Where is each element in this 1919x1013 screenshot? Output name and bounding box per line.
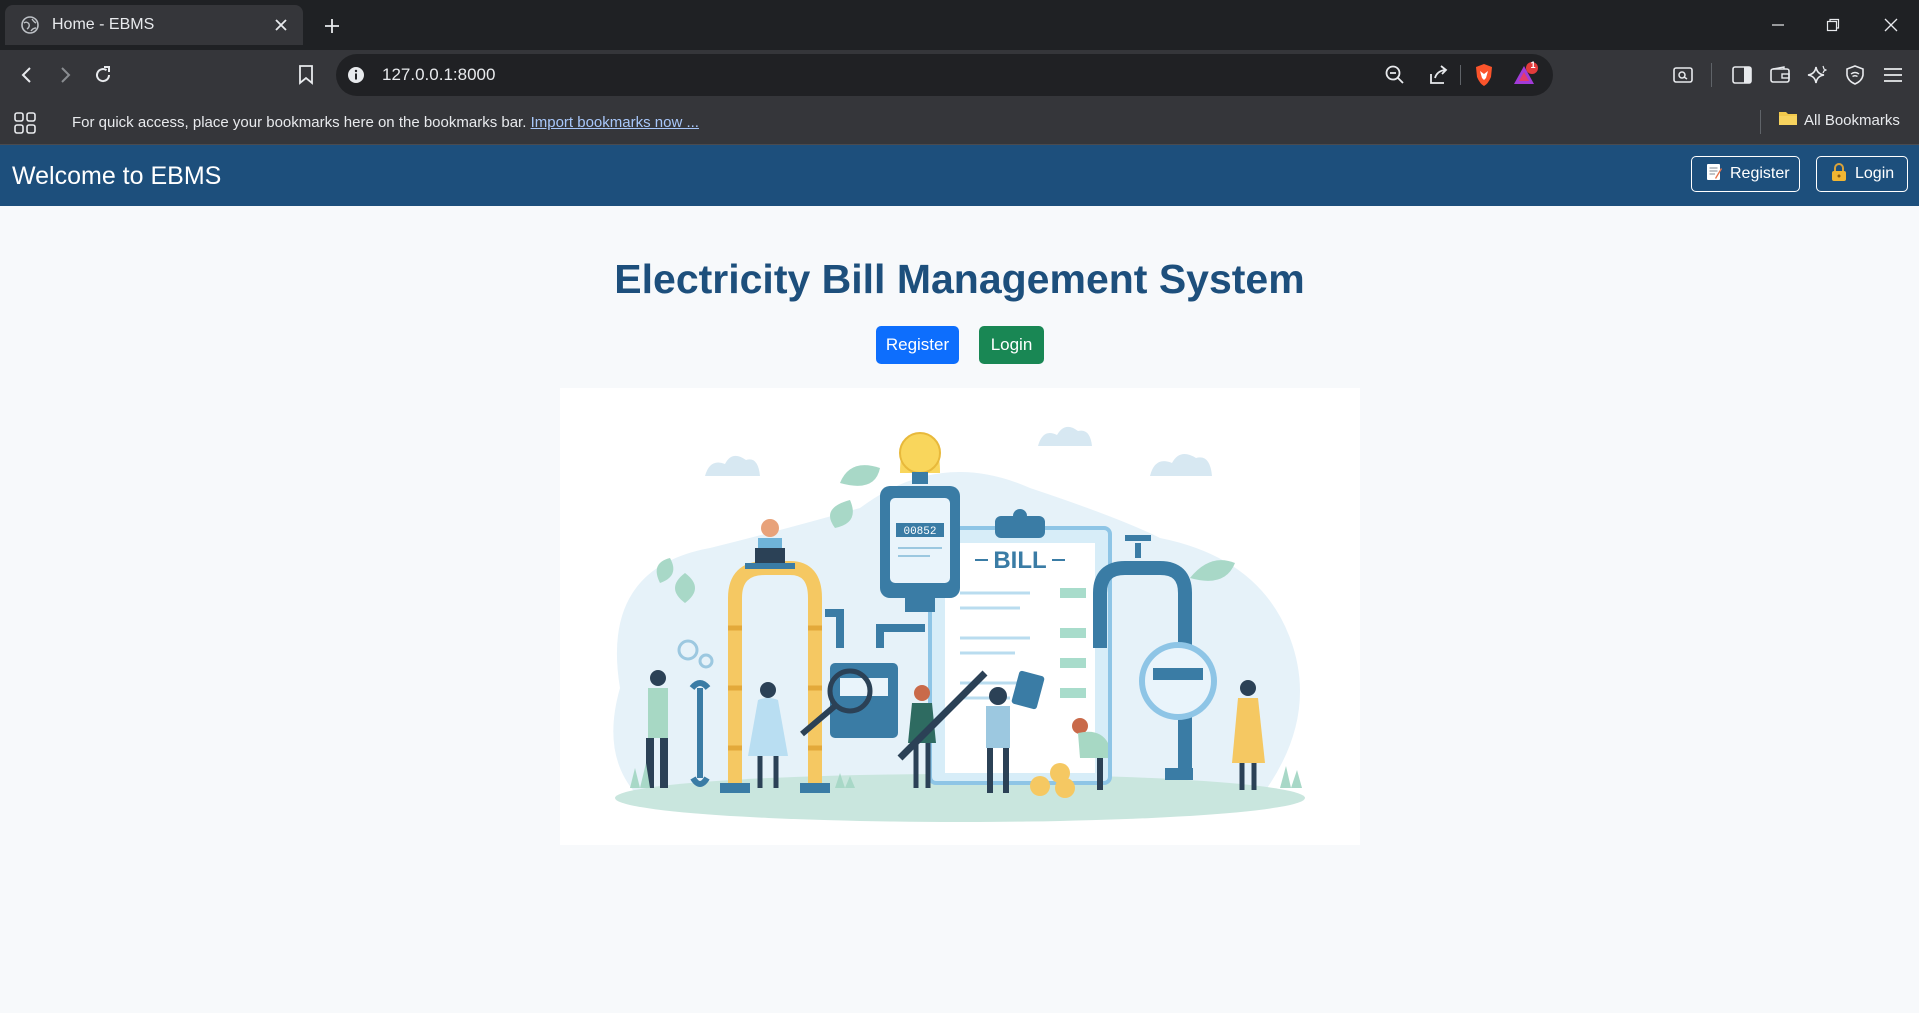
- sidebar-toggle-icon[interactable]: [1727, 60, 1757, 90]
- bookmark-icon[interactable]: [291, 60, 321, 90]
- bookmarks-hint-text: For quick access, place your bookmarks h…: [72, 114, 527, 131]
- page-title: Electricity Bill Management System: [614, 256, 1305, 302]
- meter-reading: 00852: [903, 526, 936, 538]
- forward-arrow-icon[interactable]: [50, 60, 80, 90]
- all-bookmarks-button[interactable]: All Bookmarks: [1778, 110, 1900, 130]
- address-bar[interactable]: 127.0.0.1:8000 1: [336, 54, 1553, 96]
- apps-grid-icon[interactable]: [12, 110, 38, 136]
- new-tab-plus-icon[interactable]: [318, 12, 346, 40]
- register-button[interactable]: Register: [876, 326, 959, 364]
- brave-shields-icon[interactable]: [1471, 62, 1497, 88]
- brave-rewards-icon[interactable]: 1: [1512, 60, 1538, 88]
- vpn-shield-icon[interactable]: [1840, 60, 1870, 90]
- reading-list-icon[interactable]: [1668, 60, 1698, 90]
- header-login-label: Login: [1855, 165, 1895, 182]
- import-bookmarks-link[interactable]: Import bookmarks now ...: [531, 114, 699, 131]
- brand-title[interactable]: Welcome to EBMS: [12, 162, 221, 191]
- header-login-button[interactable]: Login: [1816, 156, 1908, 192]
- folder-icon: [1778, 110, 1798, 130]
- close-window-icon[interactable]: [1876, 10, 1906, 40]
- bill-label: BILL: [993, 547, 1046, 574]
- globe-icon: [20, 15, 40, 35]
- share-icon[interactable]: [1426, 62, 1452, 88]
- omnibox-divider: [1460, 65, 1461, 85]
- url-text[interactable]: 127.0.0.1:8000: [382, 65, 495, 85]
- header-register-label: Register: [1730, 165, 1790, 182]
- cloud-icon: [705, 426, 1212, 476]
- minimize-window-icon[interactable]: [1763, 10, 1793, 40]
- memo-icon: [1706, 163, 1722, 186]
- login-button[interactable]: Login: [979, 326, 1044, 364]
- reload-icon[interactable]: [88, 60, 118, 90]
- hero-illustration: BILL 00852: [560, 388, 1360, 845]
- all-bookmarks-label: All Bookmarks: [1804, 111, 1900, 129]
- browser-tab[interactable]: Home - EBMS: [5, 5, 303, 45]
- zoom-out-icon[interactable]: [1382, 62, 1408, 88]
- back-arrow-icon[interactable]: [12, 60, 42, 90]
- app-navbar: Welcome to EBMS Register Login: [0, 145, 1919, 206]
- toolbar-divider: [1711, 63, 1712, 87]
- header-register-button[interactable]: Register: [1691, 156, 1800, 192]
- restore-window-icon[interactable]: [1818, 10, 1848, 40]
- bookmarks-bar: For quick access, place your bookmarks h…: [0, 100, 1919, 145]
- browser-tab-strip: Home - EBMS: [0, 0, 1919, 50]
- electric-meter-icon: 00852: [880, 432, 960, 612]
- bookmarks-divider: [1760, 110, 1761, 134]
- lock-icon: [1831, 162, 1847, 186]
- tab-title: Home - EBMS: [52, 16, 155, 33]
- wallet-icon[interactable]: [1765, 60, 1795, 90]
- bookmarks-hint: For quick access, place your bookmarks h…: [72, 114, 699, 131]
- browser-toolbar: 127.0.0.1:8000 1: [0, 50, 1919, 100]
- leo-ai-sparkle-icon[interactable]: [1802, 60, 1832, 90]
- site-info-icon[interactable]: [344, 63, 368, 87]
- close-tab-icon[interactable]: [269, 13, 293, 37]
- rewards-badge-count: 1: [1530, 60, 1536, 70]
- menu-hamburger-icon[interactable]: [1878, 60, 1908, 90]
